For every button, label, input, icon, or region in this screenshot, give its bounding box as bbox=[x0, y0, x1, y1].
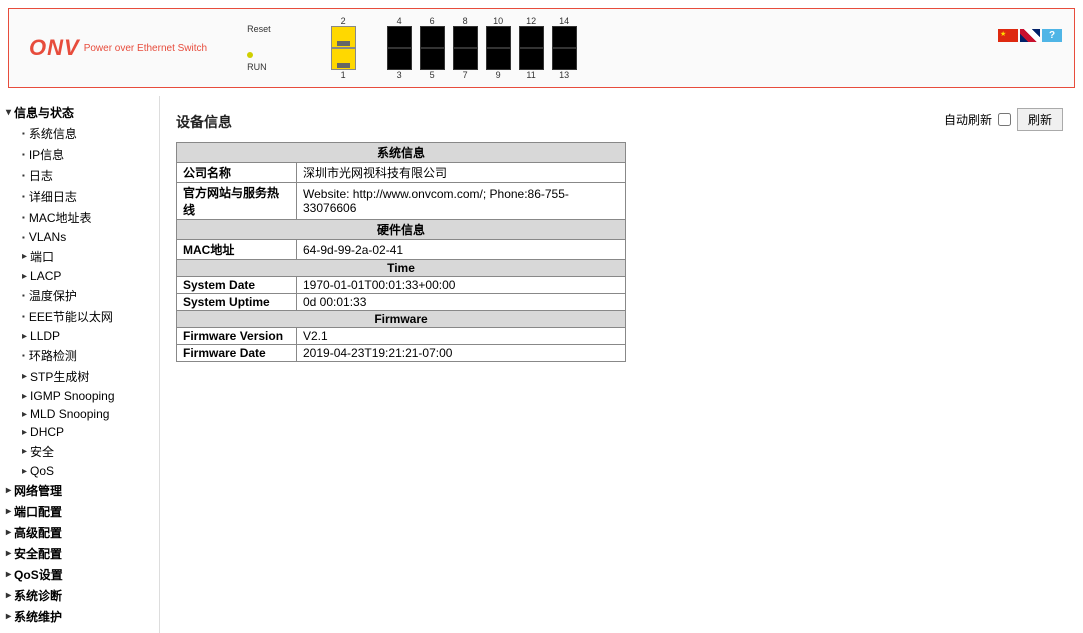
port-diagram: 2 4 6 8 10 12 14 bbox=[331, 16, 577, 80]
port-icon bbox=[387, 26, 412, 48]
system-uptime-value: 0d 00:01:33 bbox=[297, 294, 626, 311]
sidebar: 信息与状态 系统信息IP信息日志详细日志MAC地址表VLANs端口LACP温度保… bbox=[0, 96, 160, 633]
section-header-time: Time bbox=[177, 260, 626, 277]
run-led-icon bbox=[247, 52, 253, 58]
port-number: 8 bbox=[453, 16, 478, 26]
auto-refresh-checkbox[interactable] bbox=[998, 113, 1011, 126]
port-icon bbox=[552, 48, 577, 70]
language-flags: ? bbox=[998, 29, 1062, 42]
sidebar-item[interactable]: STP生成树 bbox=[0, 366, 159, 387]
system-date-label: System Date bbox=[177, 277, 297, 294]
system-uptime-label: System Uptime bbox=[177, 294, 297, 311]
port-number: 9 bbox=[486, 70, 511, 80]
device-info-table: 系统信息 公司名称 深圳市光网视科技有限公司 官方网站与服务热线 Website… bbox=[176, 142, 626, 362]
flag-uk-icon[interactable] bbox=[1020, 29, 1040, 42]
table-row: 官方网站与服务热线 Website: http://www.onvcom.com… bbox=[177, 183, 626, 220]
nav-section-maint[interactable]: 系统维护 bbox=[0, 606, 159, 627]
port-icon bbox=[331, 26, 356, 48]
port-icon bbox=[420, 26, 445, 48]
logo-tagline: Power over Ethernet Switch bbox=[84, 43, 207, 54]
port-number: 10 bbox=[486, 16, 511, 26]
port-number: 3 bbox=[387, 70, 412, 80]
sidebar-item[interactable]: DHCP bbox=[0, 423, 159, 441]
run-label: RUN bbox=[247, 62, 271, 72]
port-icon bbox=[387, 48, 412, 70]
system-date-value: 1970-01-01T00:01:33+00:00 bbox=[297, 277, 626, 294]
nav-section-qos-cfg[interactable]: QoS设置 bbox=[0, 564, 159, 585]
port-icon bbox=[486, 48, 511, 70]
sidebar-item[interactable]: EEE节能以太网 bbox=[0, 306, 159, 327]
section-header-sys: 系统信息 bbox=[177, 143, 626, 163]
fw-date-value: 2019-04-23T19:21:21-07:00 bbox=[297, 345, 626, 362]
table-row: MAC地址 64-9d-99-2a-02-41 bbox=[177, 240, 626, 260]
website-label: 官方网站与服务热线 bbox=[177, 183, 297, 220]
sidebar-item[interactable]: 系统信息 bbox=[0, 123, 159, 144]
port-number: 4 bbox=[387, 16, 412, 26]
table-row: System Date 1970-01-01T00:01:33+00:00 bbox=[177, 277, 626, 294]
company-value: 深圳市光网视科技有限公司 bbox=[297, 163, 626, 183]
sidebar-item[interactable]: 日志 bbox=[0, 165, 159, 186]
section-header-hw: 硬件信息 bbox=[177, 220, 626, 240]
sidebar-item[interactable]: 安全 bbox=[0, 441, 159, 462]
table-row: Firmware Date 2019-04-23T19:21:21-07:00 bbox=[177, 345, 626, 362]
nav-section-diag[interactable]: 系统诊断 bbox=[0, 585, 159, 606]
logo-brand: ONV bbox=[29, 35, 80, 61]
port-icon bbox=[453, 26, 478, 48]
nav-section-info-status[interactable]: 信息与状态 bbox=[0, 102, 159, 123]
auto-refresh-label: 自动刷新 bbox=[944, 111, 992, 128]
website-value: Website: http://www.onvcom.com/; Phone:8… bbox=[297, 183, 626, 220]
sidebar-item[interactable]: QoS bbox=[0, 462, 159, 480]
device-header: ONV Power over Ethernet Switch Reset RUN… bbox=[8, 8, 1075, 88]
sidebar-item[interactable]: 环路检测 bbox=[0, 345, 159, 366]
port-number: 1 bbox=[331, 70, 356, 80]
nav-section-adv-cfg[interactable]: 高级配置 bbox=[0, 522, 159, 543]
fw-version-label: Firmware Version bbox=[177, 328, 297, 345]
port-icon bbox=[552, 26, 577, 48]
port-number: 14 bbox=[552, 16, 577, 26]
nav-section-sec-cfg[interactable]: 安全配置 bbox=[0, 543, 159, 564]
nav-section-port-cfg[interactable]: 端口配置 bbox=[0, 501, 159, 522]
nav-section-net-mgmt[interactable]: 网络管理 bbox=[0, 480, 159, 501]
port-icon bbox=[420, 48, 445, 70]
port-number: 6 bbox=[420, 16, 445, 26]
port-number: 2 bbox=[331, 16, 356, 26]
flag-cn-icon[interactable] bbox=[998, 29, 1018, 42]
sidebar-item[interactable]: 温度保护 bbox=[0, 285, 159, 306]
table-row: System Uptime 0d 00:01:33 bbox=[177, 294, 626, 311]
port-icon bbox=[331, 48, 356, 70]
mac-label: MAC地址 bbox=[177, 240, 297, 260]
port-number: 13 bbox=[552, 70, 577, 80]
sidebar-item[interactable]: IP信息 bbox=[0, 144, 159, 165]
reset-label: Reset bbox=[247, 24, 271, 34]
port-icon bbox=[519, 26, 544, 48]
port-number: 11 bbox=[519, 70, 544, 80]
sidebar-item[interactable]: MAC地址表 bbox=[0, 207, 159, 228]
company-label: 公司名称 bbox=[177, 163, 297, 183]
sidebar-item[interactable]: 端口 bbox=[0, 246, 159, 267]
page-title: 设备信息 bbox=[176, 112, 1067, 132]
table-row: 公司名称 深圳市光网视科技有限公司 bbox=[177, 163, 626, 183]
logo: ONV Power over Ethernet Switch bbox=[29, 35, 207, 61]
reset-run-labels: Reset RUN bbox=[247, 24, 271, 72]
table-row: Firmware Version V2.1 bbox=[177, 328, 626, 345]
help-icon[interactable]: ? bbox=[1042, 29, 1062, 42]
sidebar-item[interactable]: LACP bbox=[0, 267, 159, 285]
sidebar-item[interactable]: MLD Snooping bbox=[0, 405, 159, 423]
port-icon bbox=[486, 26, 511, 48]
port-number: 5 bbox=[420, 70, 445, 80]
fw-version-value: V2.1 bbox=[297, 328, 626, 345]
sidebar-item[interactable]: VLANs bbox=[0, 228, 159, 246]
port-icon bbox=[519, 48, 544, 70]
refresh-button[interactable]: 刷新 bbox=[1017, 108, 1063, 131]
mac-value: 64-9d-99-2a-02-41 bbox=[297, 240, 626, 260]
sidebar-item[interactable]: IGMP Snooping bbox=[0, 387, 159, 405]
sidebar-item[interactable]: 详细日志 bbox=[0, 186, 159, 207]
port-number: 12 bbox=[519, 16, 544, 26]
port-number: 7 bbox=[453, 70, 478, 80]
port-icon bbox=[453, 48, 478, 70]
section-header-fw: Firmware bbox=[177, 311, 626, 328]
sidebar-item[interactable]: LLDP bbox=[0, 327, 159, 345]
main-content: 自动刷新 刷新 设备信息 系统信息 公司名称 深圳市光网视科技有限公司 官方网站… bbox=[160, 96, 1083, 633]
fw-date-label: Firmware Date bbox=[177, 345, 297, 362]
